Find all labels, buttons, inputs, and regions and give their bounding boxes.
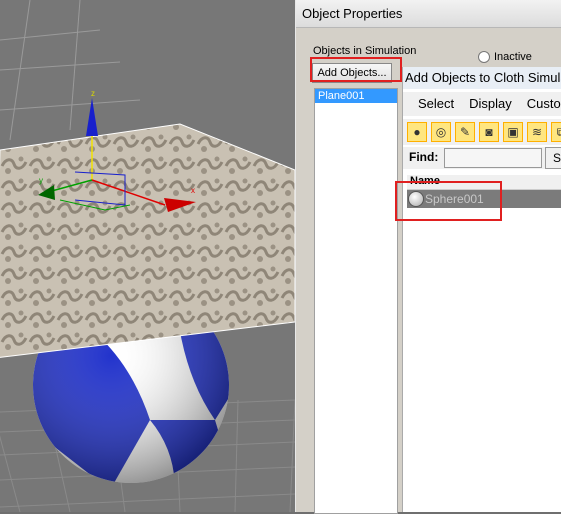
menu-select[interactable]: Select xyxy=(418,92,454,115)
helpers-icon[interactable]: ▣ xyxy=(503,122,523,142)
find-row: Find: Select xyxy=(403,147,561,169)
find-label: Find: xyxy=(409,150,439,164)
menu-bar: Select Display Customize xyxy=(403,92,561,116)
axis-x-label: x xyxy=(191,186,195,195)
cloth-plane[interactable] xyxy=(0,123,295,358)
3d-viewport[interactable]: z x y xyxy=(0,0,295,512)
shapes-icon[interactable]: ◎ xyxy=(431,122,451,142)
objects-in-simulation-label: Objects in Simulation xyxy=(313,45,417,57)
axis-z-label: z xyxy=(91,89,95,98)
inactive-radio[interactable]: Inactive xyxy=(478,51,532,63)
window-title: Add Objects to Cloth Simulation xyxy=(403,67,561,89)
highlight-box xyxy=(395,181,502,221)
filter-toolbar: ● ◎ ✎ ◙ ▣ ≋ ⧉ xyxy=(403,119,561,145)
list-item[interactable]: Plane001 xyxy=(315,89,397,103)
simulation-object-list[interactable]: Plane001 xyxy=(314,88,398,514)
dialog-title: Object Properties xyxy=(296,0,561,28)
menu-customize[interactable]: Customize xyxy=(527,92,561,115)
highlight-box xyxy=(310,57,402,82)
radio-icon[interactable] xyxy=(478,51,490,63)
menu-display[interactable]: Display xyxy=(469,92,512,115)
select-button[interactable]: Select xyxy=(545,147,561,169)
groups-icon[interactable]: ⧉ xyxy=(551,122,561,142)
geometry-icon[interactable]: ● xyxy=(407,122,427,142)
axis-y-label: y xyxy=(39,176,43,185)
cameras-icon[interactable]: ◙ xyxy=(479,122,499,142)
find-input[interactable] xyxy=(444,148,542,168)
inactive-label: Inactive xyxy=(494,51,532,63)
space-warps-icon[interactable]: ≋ xyxy=(527,122,547,142)
lights-icon[interactable]: ✎ xyxy=(455,122,475,142)
add-objects-window: Add Objects to Cloth Simulation Select Di… xyxy=(402,67,561,512)
